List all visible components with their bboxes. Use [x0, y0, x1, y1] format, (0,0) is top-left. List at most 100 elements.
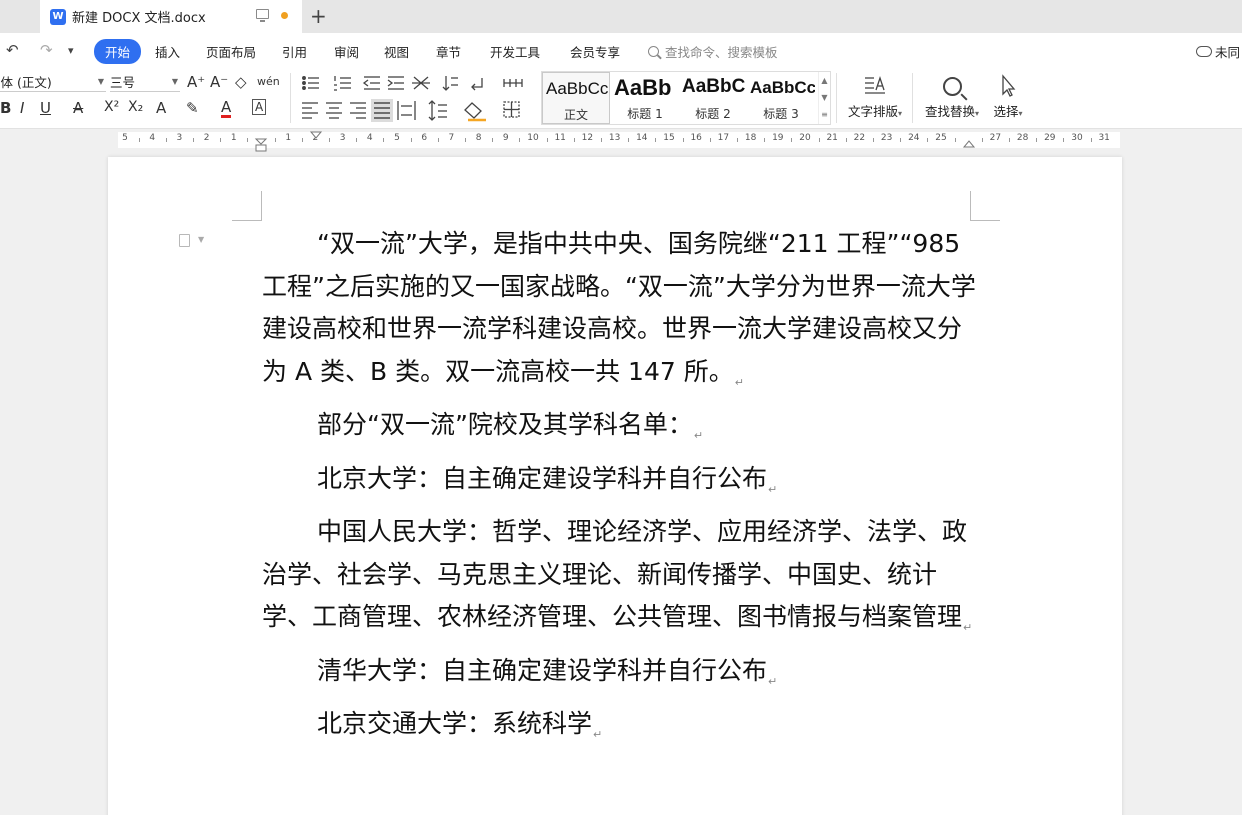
ruler-tick — [628, 138, 630, 142]
ruler-tick — [465, 138, 466, 142]
document-body[interactable]: “双一流”大学，是指中共中央、国务院继“211 工程”“985 工程”之后实施的… — [262, 223, 982, 757]
increase-indent-icon[interactable] — [387, 76, 404, 90]
clear-format-icon[interactable]: ◇ — [235, 73, 247, 91]
redo-icon[interactable]: ↷ — [40, 41, 53, 59]
chevron-down-icon[interactable]: ▼ — [198, 235, 204, 244]
menu-member[interactable]: 会员专享 — [570, 42, 620, 61]
first-line-indent-marker-icon[interactable] — [309, 131, 323, 143]
chevron-down-icon[interactable]: ▼ — [819, 89, 830, 106]
ruler-tick — [437, 138, 439, 142]
italic-icon[interactable]: I — [20, 99, 24, 117]
ruler-number: 5 — [394, 133, 400, 143]
select-button[interactable]: 选择▾ — [990, 71, 1026, 120]
ruler-number: 9 — [502, 133, 509, 143]
menu-developer[interactable]: 开发工具 — [490, 42, 540, 61]
monitor-icon[interactable] — [256, 9, 269, 22]
style-heading-2[interactable]: AaBbC 标题 2 — [679, 72, 747, 124]
ruler-tick — [519, 138, 521, 142]
numbered-list-icon[interactable] — [334, 76, 351, 91]
highlight-icon[interactable]: ✎ — [186, 99, 199, 117]
paragraph[interactable]: 部分“双一流”院校及其学科名单：↵ — [262, 404, 982, 458]
subscript-icon[interactable]: X₂ — [128, 99, 143, 115]
text-direction-icon[interactable] — [412, 76, 430, 90]
ruler-number: 18 — [744, 133, 757, 143]
align-center-icon[interactable] — [326, 102, 342, 119]
align-right-icon[interactable] — [350, 102, 366, 119]
ruler-tick — [329, 138, 330, 142]
menu-section[interactable]: 章节 — [436, 42, 461, 61]
menu-bar: ↶ ↷ ▾ 开始 插入 页面布局 引用 审阅 视图 章节 开发工具 会员专享 查… — [0, 33, 1242, 67]
cloud-sync-status[interactable]: 未同 — [1196, 42, 1240, 61]
paragraph[interactable]: 北京交通大学：系统科学↵ — [262, 703, 982, 757]
ribbon-separator — [836, 73, 837, 123]
styles-gallery: AaBbCcDd 正文 AaBb 标题 1 AaBbC 标题 2 AaBbCcD… — [541, 71, 831, 125]
decrease-indent-icon[interactable] — [362, 76, 380, 90]
menu-page-layout[interactable]: 页面布局 — [206, 42, 256, 61]
show-marks-icon[interactable] — [471, 78, 483, 91]
shading-icon[interactable] — [464, 102, 486, 122]
char-border-icon[interactable]: A — [252, 99, 267, 115]
ruler-number: 19 — [772, 133, 784, 143]
right-indent-marker-icon[interactable] — [962, 131, 976, 153]
font-size-select[interactable]: 三号 ▼ — [110, 72, 180, 92]
style-name: 标题 1 — [627, 107, 663, 121]
quick-access-more-icon[interactable]: ▾ — [68, 44, 74, 57]
font-color-icon[interactable]: A — [221, 99, 232, 118]
command-search[interactable]: 查找命令、搜索模板 — [648, 42, 778, 61]
menu-home[interactable]: 开始 — [94, 39, 142, 64]
find-replace-button[interactable]: 查找替换▾ — [920, 71, 984, 120]
paragraph[interactable]: 北京大学：自主确定建设学科并自行公布↵ — [262, 458, 982, 512]
text-layout-button[interactable]: 文字排版▾ — [844, 71, 906, 120]
paragraph-menu-icon[interactable] — [179, 234, 190, 247]
shrink-font-icon[interactable]: A⁻ — [210, 73, 228, 91]
undo-icon[interactable]: ↶ — [6, 41, 19, 59]
pinyin-guide-icon[interactable]: wén — [257, 75, 280, 88]
align-left-icon[interactable] — [302, 102, 318, 119]
superscript-icon[interactable]: X² — [104, 99, 119, 115]
ruler-tick — [682, 138, 684, 142]
styles-scroll[interactable]: ▲ ▼ ≡ — [818, 72, 830, 124]
sort-icon[interactable] — [442, 76, 458, 91]
style-heading-3[interactable]: AaBbCcD 标题 3 — [747, 72, 815, 124]
text-effect-icon[interactable]: A — [156, 99, 166, 117]
ruler-tick — [274, 138, 276, 142]
ruler-tick — [1036, 138, 1038, 142]
ruler-tick — [954, 138, 956, 142]
ruler-number: 4 — [149, 133, 156, 143]
paragraph[interactable]: 清华大学：自主确定建设学科并自行公布↵ — [262, 650, 982, 704]
cloud-icon — [1196, 46, 1212, 57]
chevron-up-icon[interactable]: ▲ — [819, 72, 830, 89]
paragraph-mark-icon: ↵ — [693, 429, 704, 442]
left-indent-marker-icon[interactable] — [254, 131, 268, 153]
distribute-icon[interactable] — [397, 101, 416, 120]
menu-review[interactable]: 审阅 — [334, 42, 359, 61]
table-tools-icon[interactable] — [503, 79, 523, 87]
horizontal-ruler[interactable]: 5432112345678910111213141516171819202122… — [0, 129, 1242, 153]
grow-font-icon[interactable]: A⁺ — [187, 73, 205, 91]
line-spacing-icon[interactable] — [428, 100, 447, 121]
ruler-tick — [601, 138, 602, 142]
unsaved-dot-icon[interactable] — [281, 12, 288, 19]
margin-corner-top-left — [232, 191, 262, 221]
menu-references[interactable]: 引用 — [282, 42, 307, 61]
font-name-select[interactable]: 宋体 (正文) ▼ — [0, 72, 106, 92]
strikethrough-icon[interactable]: A — [73, 99, 83, 117]
menu-view[interactable]: 视图 — [384, 42, 409, 61]
document-tab[interactable]: W 新建 DOCX 文档.docx — [40, 0, 302, 33]
style-normal[interactable]: AaBbCcDd 正文 — [542, 72, 610, 124]
paragraph[interactable]: “双一流”大学，是指中共中央、国务院继“211 工程”“985 工程”之后实施的… — [262, 223, 982, 404]
borders-icon[interactable] — [503, 101, 520, 118]
document-page[interactable]: ▼ “双一流”大学，是指中共中央、国务院继“211 工程”“985 工程”之后实… — [108, 157, 1122, 815]
new-tab-button[interactable]: + — [310, 4, 327, 28]
bold-icon[interactable]: B — [0, 99, 11, 117]
ruler-tick — [981, 138, 983, 142]
style-heading-1[interactable]: AaBb 标题 1 — [611, 72, 679, 124]
ruler-number: 4 — [366, 133, 373, 143]
menu-insert[interactable]: 插入 — [155, 42, 180, 61]
bullet-list-icon[interactable] — [302, 76, 319, 90]
style-sample: AaBbCcDd — [546, 79, 609, 98]
ruler-tick — [709, 138, 711, 142]
paragraph[interactable]: 中国人民大学：哲学、理论经济学、应用经济学、法学、政治学、社会学、马克思主义理论… — [262, 511, 982, 650]
expand-icon[interactable]: ≡ — [819, 106, 830, 123]
underline-icon[interactable]: U — [40, 99, 51, 117]
